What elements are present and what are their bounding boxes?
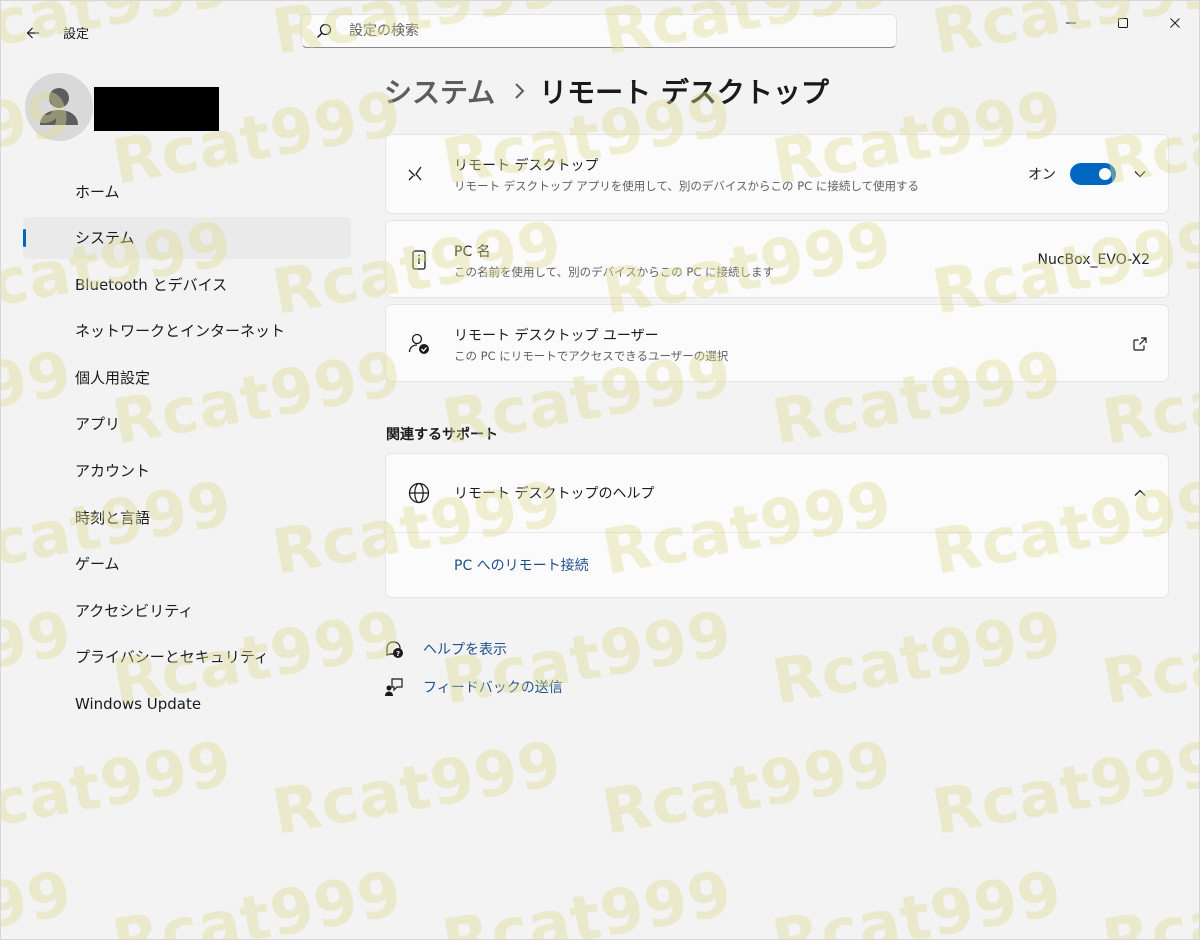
remote-desktop-users-card[interactable]: リモート デスクトップ ユーザー この PC にリモートでアクセスできるユーザー… — [385, 304, 1169, 382]
watermark-text: Rcat999 — [766, 596, 1068, 719]
pc-name-description: この名前を使用して、別のデバイスからこの PC に接続します — [454, 264, 775, 279]
collapse-chevron-up-icon[interactable] — [1130, 483, 1150, 503]
sidebar-item-network-internet[interactable]: ネットワークとインターネット — [23, 310, 351, 352]
remote-desktop-icon — [406, 161, 432, 187]
sidebar-item-accessibility[interactable]: アクセシビリティ — [23, 589, 351, 631]
support-help-text: リモート デスクトップのヘルプ — [454, 483, 654, 503]
sidebar-item-bluetooth-devices[interactable]: Bluetooth とデバイス — [23, 263, 351, 305]
pc-name-title: PC 名 — [454, 243, 491, 260]
sidebar-item-time-language[interactable]: 時刻と言語 — [23, 496, 351, 538]
get-help-label: ヘルプを表示 — [423, 642, 507, 658]
watermark-text: Rcat999 — [106, 856, 408, 939]
search-input[interactable] — [347, 22, 871, 40]
sidebar-nav: ホーム システム Bluetooth とデバイス ネットワークとインターネット … — [23, 170, 351, 729]
maximize-button[interactable] — [1097, 1, 1149, 45]
title-bar: 設定 — [1, 1, 1200, 63]
sidebar-item-privacy-security[interactable]: プライバシーとセキュリティ — [23, 636, 351, 678]
watermark-text: Rcat999 — [596, 726, 898, 849]
app-title: 設定 — [63, 27, 90, 42]
pc-info-icon — [406, 247, 432, 273]
watermark-text: Rcat999 — [1, 856, 78, 939]
window-controls — [1045, 1, 1200, 45]
search-icon — [315, 22, 333, 40]
settings-window: 設定 設定の検索 ホーム システム Bluetooth とデバイス ネットワーク… — [0, 0, 1200, 940]
person-icon — [40, 88, 78, 125]
expand-chevron-down-icon[interactable] — [1130, 164, 1150, 184]
feedback-icon — [384, 677, 404, 697]
user-check-icon — [406, 331, 432, 357]
open-external-icon[interactable] — [1130, 334, 1150, 354]
breadcrumb: システム リモート デスクトップ — [384, 71, 829, 111]
remote-desktop-users-text: リモート デスクトップ ユーザー この PC にリモートでアクセスできるユーザー… — [454, 325, 728, 364]
pc-name-card: PC 名 この名前を使用して、別のデバイスからこの PC に接続します NucB… — [385, 220, 1169, 298]
sidebar-item-apps[interactable]: アプリ — [23, 403, 351, 445]
pc-name-row: PC 名 この名前を使用して、別のデバイスからこの PC に接続します NucB… — [386, 221, 1168, 299]
breadcrumb-parent[interactable]: システム — [384, 71, 495, 111]
remote-desktop-users-title: リモート デスクトップ ユーザー — [454, 327, 659, 344]
watermark-text: Rcat999 — [1, 726, 238, 849]
toggle-state-label: オン — [1028, 167, 1056, 183]
remote-connection-link[interactable]: PC へのリモート接続 — [454, 555, 589, 575]
sidebar-item-accounts[interactable]: アカウント — [23, 450, 351, 492]
send-feedback-link[interactable]: フィードバックの送信 — [384, 677, 563, 697]
toggle-knob — [1099, 168, 1111, 180]
support-help-card: リモート デスクトップのヘルプ PC へのリモート接続 — [385, 453, 1169, 598]
user-name-redacted — [94, 87, 219, 131]
watermark-text: Rcat999 — [1096, 596, 1199, 719]
search-box[interactable] — [301, 14, 897, 48]
watermark-text: Rcat999 — [436, 856, 738, 939]
help-chat-icon: ? — [384, 639, 404, 659]
close-button[interactable] — [1149, 1, 1200, 45]
remote-desktop-row[interactable]: リモート デスクトップ リモート デスクトップ アプリを使用して、別のデバイスか… — [386, 135, 1168, 213]
avatar[interactable] — [25, 73, 93, 141]
sidebar-item-home[interactable]: ホーム — [23, 170, 351, 212]
sidebar-item-personalization[interactable]: 個人用設定 — [23, 356, 351, 398]
back-button[interactable] — [19, 19, 47, 47]
remote-desktop-users-row[interactable]: リモート デスクトップ ユーザー この PC にリモートでアクセスできるユーザー… — [386, 305, 1168, 383]
remote-desktop-text: リモート デスクトップ リモート デスクトップ アプリを使用して、別のデバイスか… — [454, 155, 919, 194]
divider — [386, 532, 1168, 533]
watermark-text: Rcat999 — [926, 726, 1199, 849]
pc-name-value: NucBox_EVO-X2 — [1037, 252, 1150, 268]
sidebar-item-windows-update[interactable]: Windows Update — [23, 683, 351, 725]
chevron-right-icon — [513, 82, 525, 100]
minimize-icon — [1066, 22, 1076, 24]
support-help-title: リモート デスクトップのヘルプ — [454, 486, 655, 502]
sidebar-item-gaming[interactable]: ゲーム — [23, 543, 351, 585]
get-help-link[interactable]: ? ヘルプを表示 — [384, 639, 507, 659]
watermark-text: Rcat999 — [766, 856, 1068, 939]
support-help-header[interactable]: リモート デスクトップのヘルプ — [386, 454, 1168, 532]
remote-desktop-users-description: この PC にリモートでアクセスできるユーザーの選択 — [454, 348, 729, 363]
pc-name-text: PC 名 この名前を使用して、別のデバイスからこの PC に接続します — [454, 241, 774, 280]
related-support-heading: 関連するサポート — [386, 427, 498, 443]
arrow-left-icon — [26, 27, 39, 39]
close-icon — [1170, 18, 1180, 28]
send-feedback-label: フィードバックの送信 — [423, 680, 563, 696]
globe-icon — [406, 480, 432, 506]
remote-desktop-card[interactable]: リモート デスクトップ リモート デスクトップ アプリを使用して、別のデバイスか… — [385, 134, 1169, 214]
maximize-icon — [1118, 18, 1128, 28]
watermark-text: Rcat999 — [1096, 856, 1199, 939]
svg-text:?: ? — [396, 650, 400, 658]
watermark-text: Rcat999 — [266, 726, 568, 849]
page-title: リモート デスクトップ — [539, 76, 829, 109]
sidebar-item-system[interactable]: システム — [23, 216, 351, 259]
remote-desktop-toggle[interactable] — [1070, 163, 1116, 185]
remote-desktop-description: リモート デスクトップ アプリを使用して、別のデバイスからこの PC に接続して… — [454, 178, 919, 193]
minimize-button[interactable] — [1045, 1, 1097, 45]
remote-desktop-title: リモート デスクトップ — [454, 157, 599, 174]
